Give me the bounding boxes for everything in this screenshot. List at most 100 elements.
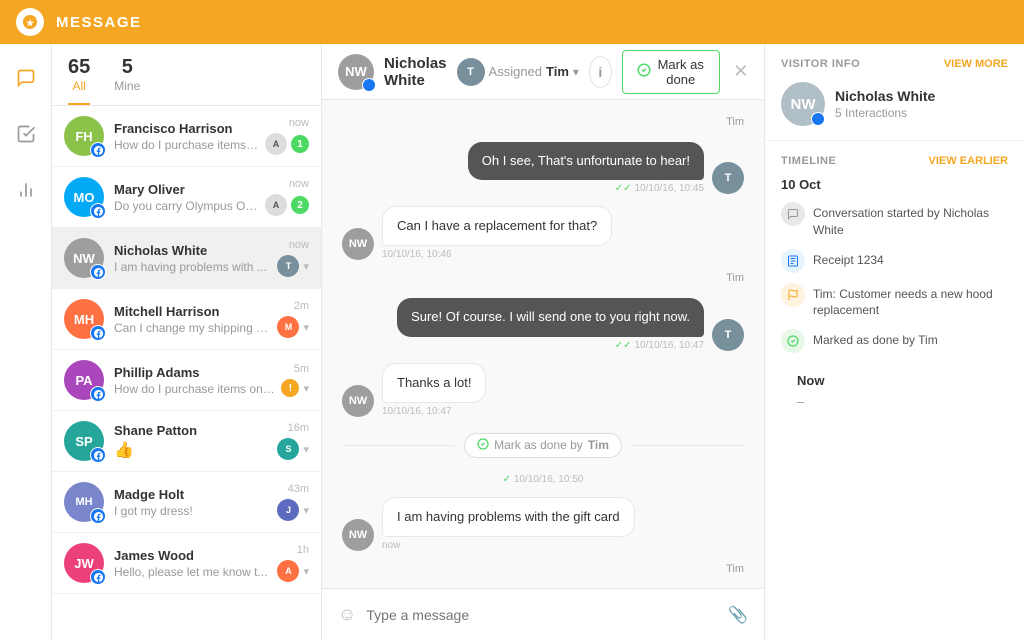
avatar: SP (64, 421, 104, 461)
list-item[interactable]: MO Mary Oliver Do you carry Olympus OM..… (52, 167, 321, 228)
timeline-section-header: TIMELINE VIEW EARLIER (781, 155, 1008, 167)
mark-done-button[interactable]: Mark as done (622, 50, 720, 94)
list-item[interactable]: JW James Wood Hello, please let me know … (52, 533, 321, 594)
conv-items: FH Francisco Harrison How do I purchase … (52, 106, 321, 640)
app-logo: ★ (16, 8, 44, 36)
visitor-interactions: 5 Interactions (835, 106, 935, 120)
msg-contact-avatar: NW (342, 519, 374, 551)
message-input[interactable] (366, 607, 718, 623)
conv-preview: Can I change my shipping a... (114, 321, 271, 335)
message-row: NW I am having problems with the gift ca… (342, 497, 744, 551)
nav-messages[interactable] (8, 60, 44, 96)
flag-icon (781, 283, 805, 307)
conv-meta: now A 1 (265, 117, 309, 155)
msg-bubble: Sure! Of course. I will send one to you … (397, 298, 704, 350)
conv-tabs: 65 All 5 Mine (68, 56, 305, 105)
nav-reports[interactable] (8, 172, 44, 208)
tab-all-label: All (68, 79, 90, 93)
list-item[interactable]: MH Mitchell Harrison Can I change my shi… (52, 289, 321, 350)
timeline-item-text: Conversation started by Nicholas White (813, 202, 1008, 239)
list-item[interactable]: NW Nicholas White I am having problems w… (52, 228, 321, 289)
conv-meta: now A 2 (265, 178, 309, 216)
tab-all[interactable]: 65 All (68, 56, 90, 105)
msg-bubble: I am having problems with the gift card … (382, 497, 635, 551)
visitor-avatar: NW (781, 82, 825, 126)
timeline-title: TIMELINE (781, 155, 836, 167)
conv-info: Mary Oliver Do you carry Olympus OM... (114, 182, 259, 213)
timeline-item: Tim: Customer needs a new hood replaceme… (781, 283, 1008, 320)
conv-preview: 👍 (114, 440, 271, 460)
conv-preview: I got my dress! (114, 504, 271, 518)
conv-name: Nicholas White (114, 243, 271, 258)
chat-header-actions: T Assigned Tim ▾ i Mark as done ✕ (457, 50, 752, 94)
tab-mine[interactable]: 5 Mine (114, 56, 140, 105)
chat-contact-name: Nicholas White (384, 55, 447, 89)
check-icon (477, 438, 489, 453)
list-item[interactable]: PA Phillip Adams How do I purchase items… (52, 350, 321, 411)
visitor-section-title: VISITOR INFO (781, 58, 860, 70)
msg-bubble: Can I have a replacement for that? 10/10… (382, 206, 612, 260)
timeline-section: TIMELINE VIEW EARLIER 10 Oct Conversatio… (765, 141, 1024, 433)
nav-tasks[interactable] (8, 116, 44, 152)
assigned-text: Assigned (489, 64, 542, 79)
visitor-details: Nicholas White 5 Interactions (835, 88, 935, 120)
close-button[interactable]: ✕ (730, 56, 752, 88)
msg-text: Thanks a lot! (382, 363, 486, 403)
chevron-down-icon[interactable]: ▾ (573, 65, 579, 79)
avatar: JW (64, 543, 104, 583)
visitor-name: Nicholas White (835, 88, 935, 104)
msg-contact-avatar: NW (342, 385, 374, 417)
assign-avatar: A (265, 194, 287, 216)
assign-avatar: A (277, 560, 299, 582)
conv-name: Shane Patton (114, 423, 271, 438)
icon-sidebar (0, 44, 52, 640)
msg-time: ✓✓ 10/10/16, 10:45 (468, 183, 704, 194)
avatar: MH (64, 482, 104, 522)
divider-timestamp: ✓ 10/10/16, 10:50 (342, 474, 744, 485)
check-circle-icon (637, 63, 651, 80)
conv-time: 16m (288, 422, 309, 434)
check-small-icon: ✓ (503, 474, 511, 485)
list-item[interactable]: SP Shane Patton 👍 16m S ▾ (52, 411, 321, 472)
message-row: NW Can I have a replacement for that? 10… (342, 206, 744, 260)
mark-done-label[interactable]: Mark as done by Tim (464, 433, 622, 458)
chat-header: NW Nicholas White T Assigned Tim ▾ i Mar… (322, 44, 764, 100)
unread-badge: ! (281, 379, 299, 397)
conv-name: James Wood (114, 548, 271, 563)
channel-badge-icon (90, 386, 106, 402)
conv-preview: How do I purchase items onlin... (114, 382, 275, 396)
conv-info: Phillip Adams How do I purchase items on… (114, 365, 275, 396)
conv-time: 43m (288, 483, 309, 495)
view-earlier-button[interactable]: VIEW EARLIER (929, 155, 1008, 167)
unread-badge: 1 (291, 135, 309, 153)
marked-done-icon (781, 329, 805, 353)
emoji-button[interactable]: ☺ (338, 604, 356, 625)
assigned-agent-name: Tim (546, 64, 569, 79)
tab-mine-count: 5 (114, 56, 140, 79)
conv-time: 1h (297, 544, 309, 556)
conv-preview: How do I purchase items o... (114, 138, 259, 152)
conversation-start-icon (781, 202, 805, 226)
msg-contact-avatar: NW (342, 228, 374, 260)
conv-time: now (289, 117, 309, 129)
channel-badge-icon (90, 142, 106, 158)
assign-avatar: A (265, 133, 287, 155)
conv-name: Francisco Harrison (114, 121, 259, 136)
visitor-info-section: VISITOR INFO VIEW MORE NW Nicholas White… (765, 44, 1024, 141)
list-item[interactable]: MH Madge Holt I got my dress! 43m J ▾ (52, 472, 321, 533)
conversations-list: 65 All 5 Mine FH Francisco Harrison How … (52, 44, 322, 640)
channel-badge-icon (90, 203, 106, 219)
conv-preview: Hello, please let me know t... (114, 565, 271, 579)
conv-name: Madge Holt (114, 487, 271, 502)
msg-agent-avatar: T (712, 162, 744, 194)
attach-button[interactable]: 📎 (728, 605, 748, 625)
assign-avatar: T (277, 255, 299, 277)
view-more-button[interactable]: VIEW MORE (944, 58, 1008, 70)
conv-info: James Wood Hello, please let me know t..… (114, 548, 271, 579)
info-button[interactable]: i (589, 56, 612, 88)
msg-text: Sure! Of course. I will send one to you … (397, 298, 704, 336)
conv-meta: 2m M ▾ (277, 300, 309, 338)
conv-preview: I am having problems with ... (114, 260, 271, 274)
list-item[interactable]: FH Francisco Harrison How do I purchase … (52, 106, 321, 167)
top-bar: ★ MESSAGE (0, 0, 1024, 44)
